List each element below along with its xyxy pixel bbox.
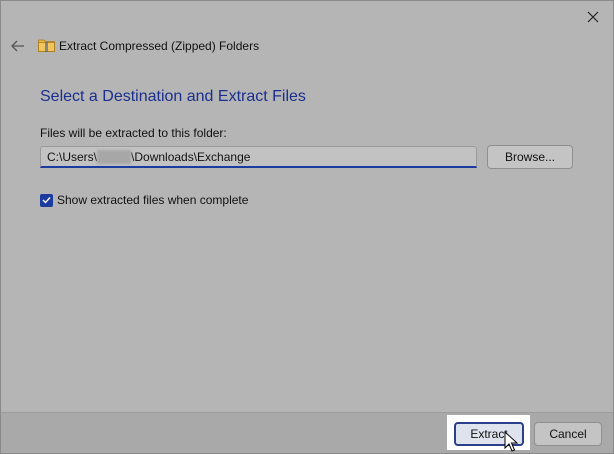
close-button[interactable]: [579, 5, 607, 29]
path-prefix: C:\Users\: [47, 150, 98, 164]
dialog-title: Extract Compressed (Zipped) Folders: [59, 39, 260, 53]
page-heading: Select a Destination and Extract Files: [40, 88, 306, 105]
back-button[interactable]: [7, 35, 29, 57]
back-arrow-icon: [11, 40, 24, 52]
cancel-button[interactable]: Cancel: [534, 422, 602, 446]
destination-path-input[interactable]: C:\Users\ \Downloads\Exchange: [40, 146, 477, 168]
destination-label: Files will be extracted to this folder:: [40, 126, 227, 140]
checkmark-icon: [42, 197, 51, 204]
path-suffix: \Downloads\Exchange: [131, 150, 251, 164]
redacted-username: [97, 150, 132, 164]
close-icon: [587, 11, 599, 23]
show-files-checkbox[interactable]: [40, 193, 53, 207]
title-bar: Extract Compressed (Zipped) Folders: [1, 29, 613, 63]
show-files-label: Show extracted files when complete: [57, 193, 249, 207]
extract-dialog: Extract Compressed (Zipped) Folders Sele…: [0, 0, 614, 454]
mouse-cursor-icon: [504, 431, 518, 452]
browse-button[interactable]: Browse...: [487, 145, 573, 169]
zip-folder-icon: [38, 39, 55, 52]
show-files-option[interactable]: Show extracted files when complete: [40, 193, 248, 207]
